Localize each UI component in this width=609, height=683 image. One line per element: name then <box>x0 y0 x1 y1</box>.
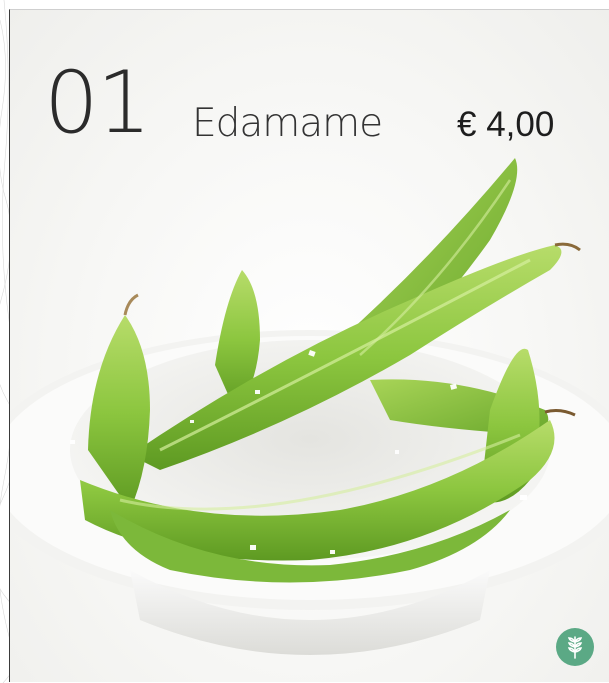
wheat-icon <box>567 636 583 659</box>
menu-page: 01 Edamame € 4,00 <box>0 0 609 683</box>
item-name: Edamame <box>192 101 383 146</box>
item-price: € 4,00 <box>457 105 555 144</box>
menu-item-card: 01 Edamame € 4,00 <box>9 9 609 682</box>
item-number: 01 <box>44 53 151 153</box>
vegetarian-badge <box>556 628 594 666</box>
dish-photo <box>10 158 609 655</box>
